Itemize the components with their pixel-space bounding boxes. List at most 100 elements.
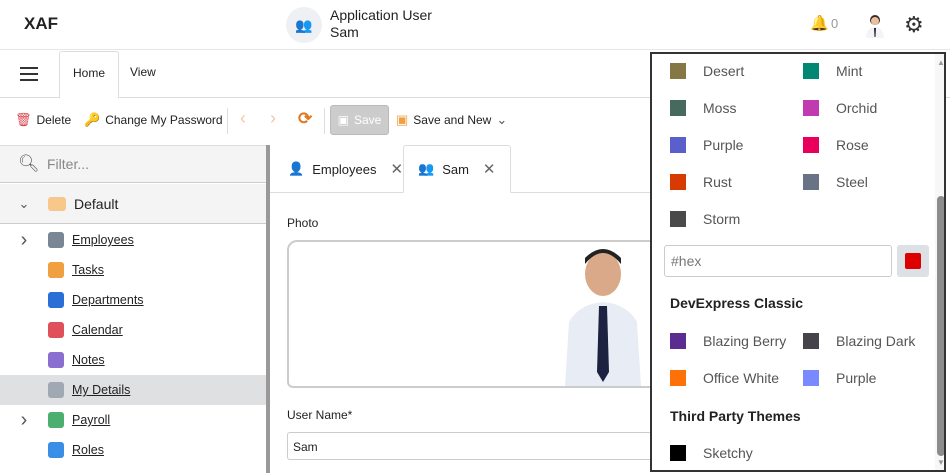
close-icon[interactable]: ✕ (391, 160, 404, 178)
close-icon[interactable]: ✕ (483, 160, 496, 178)
sidebar-item-my-details[interactable]: My Details (0, 375, 268, 405)
theme-option-sketchy[interactable]: Sketchy (670, 445, 753, 461)
sidebar-item-label: Calendar (72, 323, 123, 337)
scroll-up-icon[interactable]: ▲ (937, 58, 944, 67)
tab-sam[interactable]: 👥 Sam ✕ (403, 145, 511, 193)
save-new-icon: ▣ (396, 112, 409, 127)
section-third-party: Third Party Themes (670, 408, 801, 424)
theme-option-purple[interactable]: Purple (803, 370, 876, 386)
theme-option-steel[interactable]: Steel (803, 174, 868, 190)
color-swatch (905, 253, 921, 269)
theme-option-rust[interactable]: Rust (670, 174, 732, 190)
bell-icon[interactable]: 🔔 (810, 14, 829, 32)
hex-color-input[interactable]: #hex (664, 245, 892, 277)
users-icon: 👥 (286, 7, 322, 43)
employee-icon: 👤 (288, 161, 305, 176)
theme-name: Storm (703, 211, 741, 227)
theme-option-office-white[interactable]: Office White (670, 370, 779, 386)
sidebar-item-label: My Details (72, 383, 131, 397)
username-label: User Name* (287, 408, 353, 422)
refresh-icon[interactable]: ⟳ (298, 109, 312, 129)
photo-label: Photo (287, 216, 319, 230)
theme-name: Rust (703, 174, 732, 190)
tab-home[interactable]: Home (59, 51, 119, 98)
theme-option-purple[interactable]: Purple (670, 137, 743, 153)
chevron-down-icon[interactable]: ⌄ (0, 196, 48, 212)
filter-input[interactable]: Filter... (47, 156, 89, 172)
item-icon (48, 352, 64, 368)
sidebar-item-roles[interactable]: Roles (0, 435, 268, 465)
theme-dropdown: Desert Mint Moss Orchid Purple Rose Rust Steel S… (650, 52, 946, 472)
theme-name: Desert (703, 63, 745, 79)
theme-name: Blazing Dark (836, 333, 916, 349)
theme-name: Rose (836, 137, 869, 153)
chevron-right-icon[interactable]: › (0, 409, 48, 432)
sidebar-item-notes[interactable]: Notes (0, 345, 268, 375)
color-swatch (670, 174, 686, 190)
color-swatch (670, 100, 686, 116)
sidebar-item-tasks[interactable]: Tasks (0, 255, 268, 285)
gear-icon[interactable]: ⚙ (904, 12, 924, 38)
sidebar-item-label: Departments (72, 293, 144, 307)
sidebar-item-calendar[interactable]: Calendar (0, 315, 268, 345)
theme-name: Office White (703, 370, 779, 386)
item-icon (48, 412, 64, 428)
theme-option-rose[interactable]: Rose (803, 137, 869, 153)
theme-name: Purple (703, 137, 744, 153)
save-button[interactable]: ▣ Save (330, 105, 389, 135)
chevron-right-icon[interactable]: › (0, 229, 48, 252)
view-title: Application User Sam (330, 7, 432, 41)
app-logo[interactable]: XAF (24, 14, 58, 34)
sidebar-item-employees[interactable]: › Employees (0, 225, 268, 255)
color-swatch (803, 137, 819, 153)
sidebar-item-label: Employees (72, 233, 134, 247)
group-label: Default (74, 195, 119, 212)
theme-option-mint[interactable]: Mint (803, 63, 862, 79)
theme-name: Moss (703, 100, 737, 116)
theme-name: Mint (836, 63, 863, 79)
filter-box[interactable]: 🔍︎ Filter... (0, 145, 268, 183)
tab-employees[interactable]: 👤 Employees ✕ (274, 145, 417, 193)
scroll-down-icon[interactable]: ▼ (937, 458, 944, 467)
sidebar-splitter[interactable] (266, 145, 270, 473)
theme-option-storm[interactable]: Storm (670, 211, 740, 227)
nav-group-default[interactable]: ⌄ Default (0, 184, 268, 224)
sidebar-item-payroll[interactable]: › Payroll (0, 405, 268, 435)
color-swatch (670, 445, 686, 461)
scrollbar-thumb[interactable] (937, 196, 944, 456)
color-swatch (803, 370, 819, 386)
item-icon (48, 382, 64, 398)
tab-view[interactable]: View (130, 65, 156, 79)
theme-option-orchid[interactable]: Orchid (803, 100, 877, 116)
user-photo (565, 249, 641, 386)
sidebar-item-departments[interactable]: Departments (0, 285, 268, 315)
tab-label: Sam (442, 161, 469, 177)
username-input[interactable]: Sam (287, 432, 667, 460)
color-swatch (670, 333, 686, 349)
save-and-new-button[interactable]: ▣ Save and New ⌄ (396, 112, 507, 128)
theme-option-desert[interactable]: Desert (670, 63, 744, 79)
item-icon (48, 232, 64, 248)
users-icon: 👥 (418, 161, 435, 176)
photo-editor[interactable] (287, 240, 667, 388)
chevron-down-icon[interactable]: ⌄ (496, 112, 507, 128)
sidebar-item-label: Tasks (72, 263, 104, 277)
trash-icon: 🗑 (15, 112, 32, 127)
item-icon (48, 292, 64, 308)
toolbar-separator (324, 108, 325, 134)
theme-option-blazing-berry[interactable]: Blazing Berry (670, 333, 786, 349)
delete-button[interactable]: 🗑 Delete (15, 112, 71, 128)
color-swatch (803, 63, 819, 79)
color-picker-button[interactable] (897, 245, 929, 277)
user-avatar[interactable] (862, 12, 888, 38)
notification-count: 0 (831, 16, 839, 31)
change-password-button[interactable]: 🔑 Change My Password (84, 112, 223, 128)
key-icon: 🔑 (84, 112, 101, 127)
previous-icon[interactable]: ‹ (240, 108, 246, 129)
delete-label: Delete (36, 113, 72, 127)
theme-option-blazing-dark[interactable]: Blazing Dark (803, 333, 915, 349)
theme-option-moss[interactable]: Moss (670, 100, 736, 116)
color-swatch (670, 211, 686, 227)
next-icon[interactable]: › (270, 108, 276, 129)
hamburger-menu-icon[interactable] (20, 67, 38, 85)
